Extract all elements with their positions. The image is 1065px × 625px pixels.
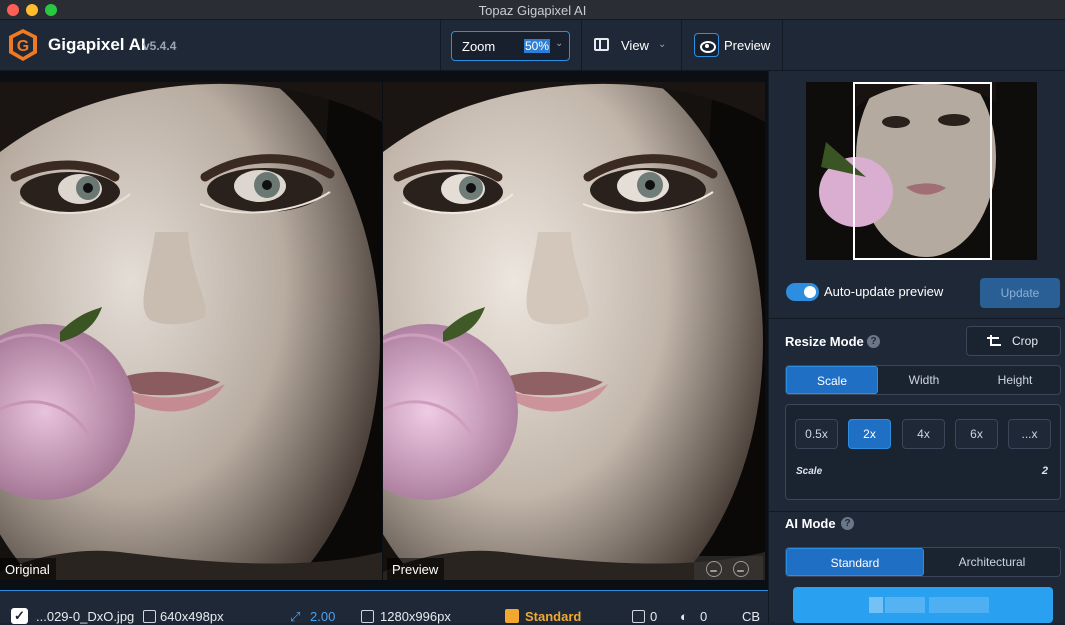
toolbar-divider (440, 20, 441, 71)
scale-option-4x[interactable]: 4x (902, 419, 945, 449)
zoom-dropdown[interactable]: Zoom 50% ⌄ (451, 31, 570, 61)
button-text-obscured (929, 597, 989, 613)
output-size-icon (361, 610, 374, 623)
feedback-panel (694, 556, 763, 580)
output-size: 1280x996px (380, 609, 451, 624)
panel-divider (769, 318, 1065, 319)
toolbar-divider (782, 20, 783, 71)
image-canvas[interactable]: Original Preview (0, 71, 768, 590)
eye-icon (694, 33, 719, 57)
viewport-frame[interactable] (853, 82, 992, 260)
navigator-thumbnail[interactable] (806, 82, 1037, 260)
scale-value: 2.00 (310, 609, 336, 624)
window-title: Topaz Gigapixel AI (478, 3, 587, 18)
crop-label: Crop (1012, 334, 1039, 348)
scale-option-6x[interactable]: 6x (955, 419, 998, 449)
help-icon[interactable]: ? (841, 517, 854, 530)
settings-panel: Auto-update preview Update Resize Mode ?… (768, 71, 1065, 623)
scale-option-0-5x[interactable]: 0.5x (795, 419, 838, 449)
top-toolbar: G Gigapixel AI v5.4.4 Zoom 50% ⌄ View ⌄ … (0, 20, 1065, 71)
file-status-bar[interactable]: ✓ ...029-0_DxO.jpg 640x498px ⤢ 2.00 1280… (0, 590, 768, 624)
app-name: Gigapixel AI (48, 35, 146, 54)
update-button[interactable]: Update (980, 278, 1060, 308)
resize-mode-title: Resize Mode (785, 334, 864, 349)
svg-text:G: G (17, 38, 29, 55)
file-checkbox[interactable]: ✓ (11, 608, 28, 624)
app-logo-icon: G (9, 29, 37, 61)
toolbar-divider (581, 20, 582, 71)
app-version: v5.4.4 (143, 39, 177, 53)
zoom-value[interactable]: 50% (524, 39, 551, 53)
window-titlebar: Topaz Gigapixel AI (0, 0, 1065, 20)
help-icon[interactable]: ? (867, 335, 880, 348)
panel-divider (769, 511, 1065, 512)
preview-label: Preview (387, 558, 445, 580)
input-size: 640x498px (160, 609, 224, 624)
button-text-obscured (869, 597, 883, 613)
scale-field-value[interactable]: 2 (1042, 465, 1048, 477)
original-label: Original (0, 558, 56, 580)
crop-icon (987, 335, 1001, 346)
smile-icon[interactable] (706, 561, 722, 577)
tab-width[interactable]: Width (878, 366, 970, 394)
resize-mode-tabs: Scale Width Height (785, 365, 1061, 395)
auto-update-toggle[interactable] (786, 283, 819, 301)
tab-height[interactable]: Height (970, 366, 1060, 394)
chevron-down-icon: ⌄ (555, 38, 564, 49)
ai-mode-value: Standard (525, 609, 582, 624)
chevron-down-icon: ⌄ (658, 39, 667, 50)
split-view-icon (594, 38, 609, 51)
button-text-obscured (885, 597, 925, 613)
portrait-image (0, 82, 382, 580)
zoom-label: Zoom (462, 39, 496, 54)
extra-value: CB (742, 609, 761, 624)
crop-button[interactable]: Crop (966, 326, 1061, 356)
scale-option-custom[interactable]: ...x (1008, 419, 1051, 449)
preview-label: Preview (724, 38, 771, 53)
auto-update-label: Auto-update preview (824, 284, 944, 299)
noise-value: 0 (650, 609, 658, 624)
tab-scale[interactable]: Scale (786, 366, 878, 394)
input-size-icon (143, 610, 156, 623)
tab-standard[interactable]: Standard (786, 548, 924, 576)
ai-mode-icon (505, 609, 519, 623)
ai-mode-title: AI Mode (785, 516, 836, 531)
ai-mode-tabs: Standard Architectural (785, 547, 1061, 577)
toolbar-divider (681, 20, 682, 71)
preview-image[interactable]: Preview (383, 82, 765, 580)
portrait-image (383, 82, 765, 580)
save-image-button[interactable] (793, 587, 1053, 623)
original-image[interactable]: Original (0, 82, 382, 580)
blur-value: 0 (700, 609, 708, 624)
file-name: ...029-0_DxO.jpg (36, 609, 135, 624)
blur-icon: ◐ (680, 609, 688, 624)
tab-architectural[interactable]: Architectural (924, 548, 1060, 576)
neutral-face-icon[interactable] (733, 561, 749, 577)
scale-field-label: Scale (796, 466, 823, 477)
view-label: View (621, 38, 649, 53)
noise-icon (632, 610, 645, 623)
scale-option-2x[interactable]: 2x (848, 419, 891, 449)
scale-options-panel: 0.5x 2x 4x 6x ...x Scale 2 (785, 404, 1061, 500)
